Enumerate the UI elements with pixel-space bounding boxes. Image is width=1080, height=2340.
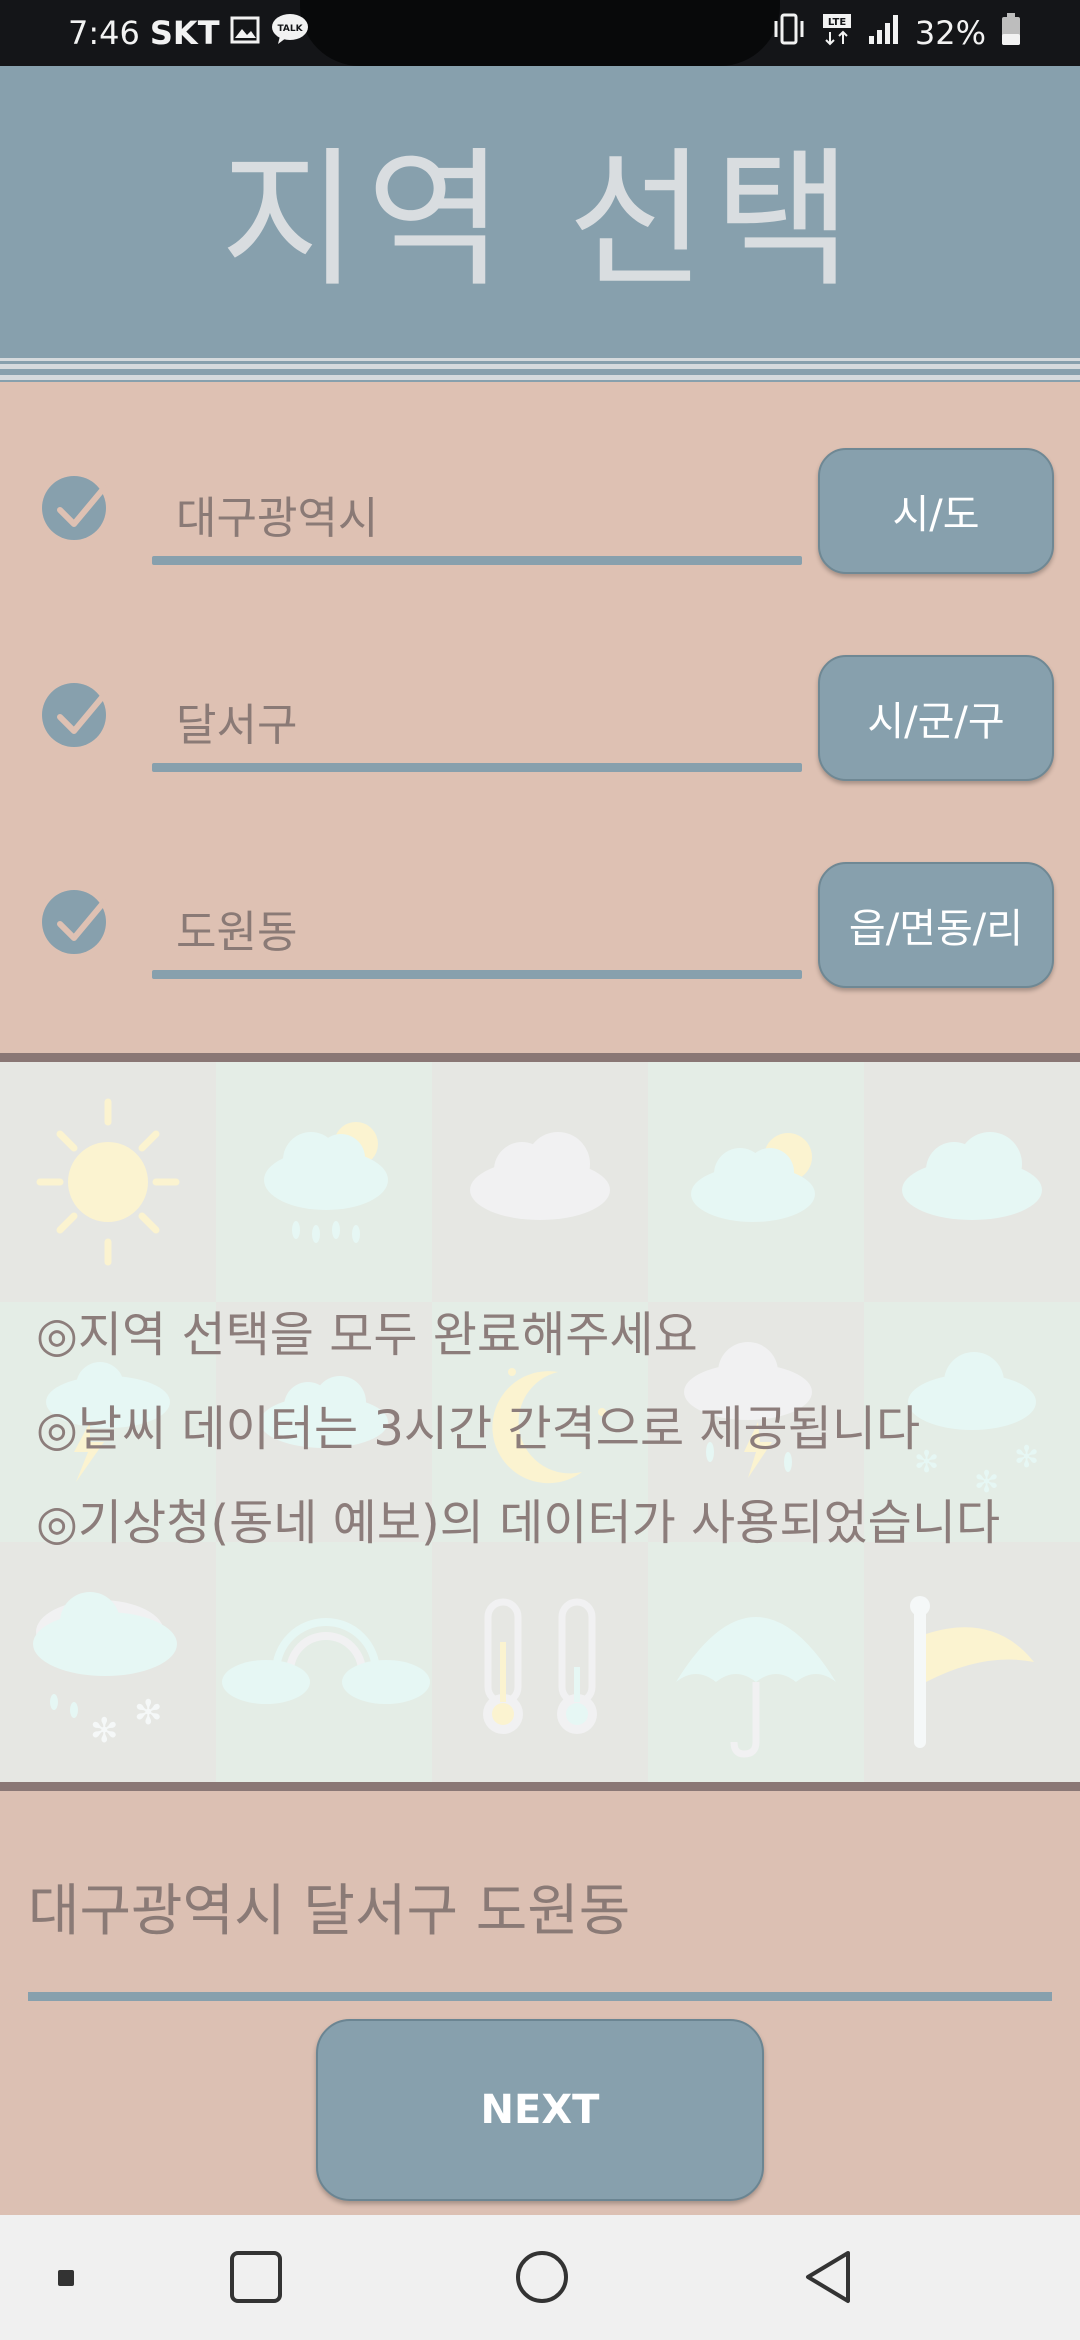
region-row-province: 대구광역시 시/도 (0, 448, 1080, 578)
battery-icon (1000, 12, 1022, 54)
district-field-underline (152, 763, 802, 772)
header: 지역 선택 (0, 66, 1080, 363)
selected-address: 대구광역시 달서구 도원동 (28, 1879, 631, 1944)
carrier-label: SKT (149, 14, 220, 52)
province-select-button[interactable]: 시/도 (818, 448, 1054, 574)
town-field[interactable]: 도원동 (176, 896, 297, 960)
province-field-underline (152, 556, 802, 565)
wind-flag-icon (864, 1542, 1080, 1782)
town-select-button[interactable]: 읍/면동/리 (818, 862, 1054, 988)
home-icon[interactable] (514, 2249, 570, 2309)
cloud-icon (432, 1062, 648, 1302)
check-icon (42, 890, 107, 954)
system-nav-bar (0, 2215, 1080, 2340)
vibrate-icon (771, 12, 807, 54)
thermometer-icon (432, 1542, 648, 1782)
header-stripes (0, 361, 1080, 383)
kakaotalk-icon: TALK (270, 12, 310, 54)
image-icon (230, 14, 260, 52)
confirm-section: 대구광역시 달서구 도원동 NEXT (0, 1791, 1080, 2215)
rainbow-cloud-icon (216, 1542, 432, 1782)
address-underline (28, 1992, 1052, 2001)
province-field[interactable]: 대구광역시 (176, 482, 378, 546)
cloud-icon (864, 1062, 1080, 1302)
back-icon[interactable] (800, 2249, 856, 2309)
status-right: LTE 32% (771, 10, 1022, 56)
section-divider (0, 1782, 1080, 1791)
svg-text:✻: ✻ (1014, 1440, 1039, 1475)
district-field[interactable]: 달서구 (176, 689, 297, 753)
lte-icon: LTE (821, 12, 853, 54)
svg-text:TALK: TALK (277, 24, 303, 34)
town-field-underline (152, 970, 802, 979)
check-icon (42, 683, 107, 747)
status-bar: 7:46 SKT TALK LTE 32% (0, 0, 1080, 66)
region-row-town: 도원동 읍/면동/리 (0, 862, 1080, 992)
district-select-button[interactable]: 시/군/구 (818, 655, 1054, 781)
info-line: ◎지역 선택을 모두 완료해주세요 (36, 1307, 698, 1363)
sun-cloud-icon (648, 1062, 864, 1302)
page-title: 지역 선택 (220, 134, 860, 308)
svg-text:✻: ✻ (134, 1693, 163, 1733)
umbrella-icon (648, 1542, 864, 1782)
check-icon (42, 476, 107, 540)
next-button[interactable]: NEXT (316, 2019, 764, 2201)
info-line: ◎기상청(동네 예보)의 데이터가 사용되었습니다 (36, 1495, 1001, 1551)
region-form: 대구광역시 시/도 달서구 시/군/구 도원동 읍/면동/리 (0, 382, 1080, 1054)
section-divider (0, 1053, 1080, 1062)
camera-notch (300, 0, 780, 66)
clock: 7:46 (68, 14, 140, 52)
battery-percent: 32% (914, 14, 986, 52)
sun-icon (0, 1062, 216, 1302)
weather-info-panel: ✻ ✻ ✻ ✻ ✻ ◎지역 선택을 모두 완료해주세요 ◎날씨 데이터는 3시간… (0, 1062, 1080, 1782)
recent-apps-icon[interactable] (228, 2249, 284, 2309)
signal-icon (867, 12, 901, 54)
status-left: 7:46 SKT TALK (68, 10, 310, 56)
nav-dot-icon[interactable] (56, 2268, 76, 2292)
svg-text:✻: ✻ (90, 1711, 119, 1751)
region-row-district: 달서구 시/군/구 (0, 655, 1080, 785)
sun-cloud-rain-icon (216, 1062, 432, 1302)
info-line: ◎날씨 데이터는 3시간 간격으로 제공됩니다 (36, 1401, 921, 1457)
svg-text:LTE: LTE (828, 17, 847, 28)
cloud-rain-snow-icon: ✻ ✻ (0, 1542, 216, 1782)
